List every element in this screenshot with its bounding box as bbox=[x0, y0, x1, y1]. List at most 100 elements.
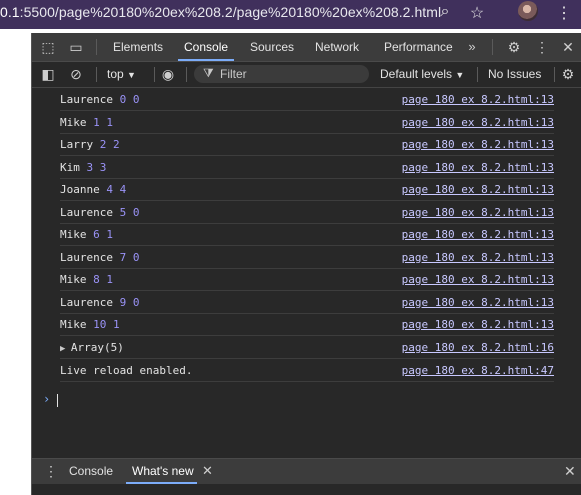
log-message: Kim 3 3 bbox=[60, 161, 106, 174]
log-index: 2 bbox=[99, 138, 107, 151]
log-index: 8 bbox=[93, 273, 100, 286]
devtools-panel: ⬚ ▭ Elements Console Sources Network Per… bbox=[31, 33, 581, 495]
log-message: Laurence 7 0 bbox=[60, 251, 139, 264]
customize-menu-icon[interactable]: ⋮ bbox=[534, 39, 550, 55]
log-message: Laurence 0 0 bbox=[60, 93, 139, 106]
log-index: 0 bbox=[119, 93, 127, 106]
log-index: 3 bbox=[86, 160, 94, 174]
log-index: 5 bbox=[119, 205, 127, 219]
tab-console[interactable]: Console bbox=[177, 33, 235, 61]
log-message: Mike 8 1 bbox=[60, 273, 113, 286]
log-value: 2 bbox=[113, 138, 120, 151]
tab-sources[interactable]: Sources bbox=[250, 33, 294, 61]
divider bbox=[96, 39, 97, 55]
source-link[interactable]: page 180 ex 8.2.html:13 bbox=[402, 183, 554, 196]
log-message: Mike 10 1 bbox=[60, 318, 120, 331]
filter-input[interactable]: ⧩ Filter bbox=[194, 65, 369, 83]
log-value: 0 bbox=[132, 250, 140, 264]
filter-icon: ⧩ bbox=[203, 66, 214, 80]
levels-label: Default levels bbox=[380, 67, 453, 81]
log-value: 4 bbox=[119, 183, 127, 196]
source-link[interactable]: page 180 ex 8.2.html:13 bbox=[402, 251, 554, 264]
console-row: Larry 2 2 page 180 ex 8.2.html:13 bbox=[60, 133, 554, 156]
source-link[interactable]: page 180 ex 8.2.html:16 bbox=[402, 341, 554, 354]
bookmark-star-icon[interactable]: ☆ bbox=[469, 3, 485, 23]
log-message: Joanne 4 4 bbox=[60, 183, 126, 196]
log-name: Larry bbox=[60, 138, 94, 151]
profile-avatar[interactable] bbox=[518, 1, 538, 21]
device-toolbar-icon[interactable]: ▭ bbox=[68, 39, 84, 55]
source-link[interactable]: page 180 ex 8.2.html:13 bbox=[402, 138, 554, 151]
source-link[interactable]: page 180 ex 8.2.html:13 bbox=[402, 296, 554, 309]
drawer-menu-icon[interactable]: ⋮ bbox=[44, 463, 58, 479]
devtools-tabbar: ⬚ ▭ Elements Console Sources Network Per… bbox=[32, 33, 581, 62]
array-label: Array(5) bbox=[70, 341, 124, 354]
log-name: Laurence bbox=[60, 93, 113, 106]
source-link[interactable]: page 180 ex 8.2.html:13 bbox=[402, 161, 554, 174]
source-link[interactable]: page 180 ex 8.2.html:13 bbox=[402, 273, 554, 286]
log-name: Laurence bbox=[60, 205, 113, 219]
log-value: 1 bbox=[106, 273, 113, 286]
tab-performance[interactable]: Performance bbox=[384, 33, 453, 61]
page-area bbox=[0, 23, 581, 33]
browser-address-bar: 0.1:5500/page%20180%20ex%208.2/page%2018… bbox=[0, 0, 581, 23]
array-log[interactable]: ▶ Array(5) bbox=[60, 341, 124, 354]
console-row: Mike 10 1 page 180 ex 8.2.html:13 bbox=[60, 313, 554, 336]
divider bbox=[186, 67, 187, 82]
log-value: 0 bbox=[132, 295, 140, 309]
source-link[interactable]: page 180 ex 8.2.html:13 bbox=[402, 206, 554, 219]
drawer-tab-whats-new[interactable]: What's new bbox=[126, 459, 197, 484]
close-devtools-icon[interactable]: ✕ bbox=[560, 39, 576, 55]
console-row-reload: Live reload enabled. page 180 ex 8.2.htm… bbox=[60, 359, 554, 382]
log-index: 7 bbox=[119, 250, 127, 264]
chevron-down-icon: ▼ bbox=[455, 70, 465, 80]
clear-console-icon[interactable]: ⊘ bbox=[68, 66, 84, 82]
browser-bar-bottom bbox=[0, 23, 581, 29]
log-value: 0 bbox=[132, 93, 140, 106]
source-link[interactable]: page 180 ex 8.2.html:13 bbox=[402, 318, 554, 331]
tab-elements[interactable]: Elements bbox=[113, 33, 163, 61]
log-index: 4 bbox=[106, 183, 113, 196]
log-index: 9 bbox=[119, 295, 127, 309]
console-row: Mike 1 1 page 180 ex 8.2.html:13 bbox=[60, 111, 554, 134]
log-message: Live reload enabled. bbox=[60, 364, 193, 377]
log-index: 10 bbox=[93, 318, 107, 331]
url-text[interactable]: 0.1:5500/page%20180%20ex%208.2/page%2018… bbox=[0, 4, 441, 20]
source-link[interactable]: page 180 ex 8.2.html:13 bbox=[402, 93, 554, 106]
divider bbox=[477, 67, 478, 82]
log-name: Mike bbox=[60, 273, 87, 286]
log-index: 1 bbox=[93, 115, 100, 129]
drawer-tab-console[interactable]: Console bbox=[69, 459, 113, 484]
settings-gear-icon[interactable]: ⚙ bbox=[506, 39, 522, 55]
context-select[interactable]: top ▼ bbox=[107, 62, 136, 87]
live-expression-eye-icon[interactable]: ◉ bbox=[160, 66, 176, 82]
console-row: Mike 6 1 page 180 ex 8.2.html:13 bbox=[60, 223, 554, 246]
more-menu-icon[interactable]: ⋮ bbox=[556, 3, 572, 23]
console-prompt-chevron-icon: › bbox=[43, 392, 51, 406]
log-name: Kim bbox=[60, 160, 80, 174]
log-name: Mike bbox=[60, 115, 87, 129]
expand-triangle-icon: ▶ bbox=[60, 344, 71, 354]
divider bbox=[554, 67, 555, 82]
console-settings-gear-icon[interactable]: ⚙ bbox=[560, 66, 576, 82]
log-name: Mike bbox=[60, 228, 87, 241]
source-link[interactable]: page 180 ex 8.2.html:13 bbox=[402, 116, 554, 129]
inspect-element-icon[interactable]: ⬚ bbox=[40, 39, 56, 55]
console-input-caret[interactable] bbox=[57, 394, 58, 407]
sidebar-toggle-icon[interactable]: ◧ bbox=[40, 66, 56, 82]
log-levels-select[interactable]: Default levels ▼ bbox=[380, 62, 464, 87]
log-value: 1 bbox=[106, 115, 113, 129]
source-link[interactable]: page 180 ex 8.2.html:13 bbox=[402, 228, 554, 241]
source-link[interactable]: page 180 ex 8.2.html:47 bbox=[402, 364, 554, 377]
search-icon[interactable]: ⌕ bbox=[437, 3, 453, 21]
tab-network[interactable]: Network bbox=[315, 33, 359, 61]
more-tabs-icon[interactable]: » bbox=[464, 39, 480, 55]
close-tab-icon[interactable]: ✕ bbox=[202, 463, 213, 479]
close-drawer-icon[interactable]: ✕ bbox=[564, 463, 576, 479]
console-row: Joanne 4 4 page 180 ex 8.2.html:13 bbox=[60, 178, 554, 201]
console-row: Mike 8 1 page 180 ex 8.2.html:13 bbox=[60, 268, 554, 291]
divider bbox=[154, 67, 155, 82]
console-row: Kim 3 3 page 180 ex 8.2.html:13 bbox=[60, 156, 554, 179]
bottom-drawer-tabbar: ⋮ Console What's new ✕ ✕ bbox=[32, 458, 581, 484]
issues-counter[interactable]: No Issues bbox=[488, 62, 541, 87]
